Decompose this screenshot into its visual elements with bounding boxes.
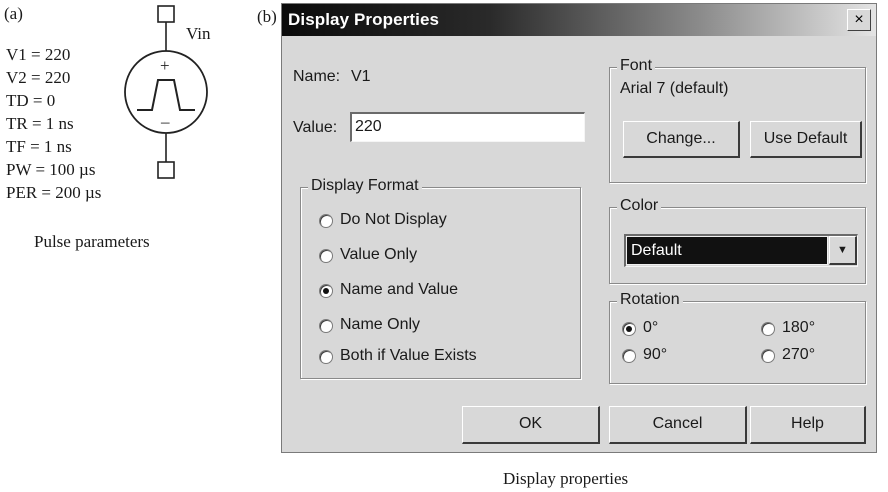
color-select-value-box: Default [626,236,828,265]
param-pw: PW = 100 µs [6,160,96,179]
caption-pulse-parameters: Pulse parameters [34,232,150,251]
font-group: Font Arial 7 (default) Change... Use Def… [609,57,866,183]
param-td: TD = 0 [6,91,56,110]
radio-label: Both if Value Exists [340,347,477,364]
display-format-group: Display Format Do Not Display Value Only… [300,177,581,379]
close-icon: × [854,11,864,28]
value-label: Value: [293,119,338,136]
source-name-label: Vin [186,24,211,43]
plus-sign: + [160,56,170,75]
ok-button[interactable]: OK [462,406,600,444]
help-button[interactable]: Help [750,406,866,444]
radio-label: Name Only [340,316,421,333]
change-font-button[interactable]: Change... [623,121,740,158]
rotation-legend: Rotation [617,291,683,309]
minus-sign: – [160,112,170,131]
bottom-terminal [157,161,175,179]
font-legend: Font [617,57,656,75]
param-tr: TR = 1 ns [6,114,74,133]
chevron-down-icon: ▼ [837,244,848,256]
radio-button-icon [622,349,636,363]
radio-label: 180° [782,319,816,336]
color-select-value: Default [631,242,682,259]
color-dropdown-button[interactable]: ▼ [829,236,857,265]
radio-button-icon [319,249,333,263]
radio-label: Name and Value [340,281,458,298]
display-properties-dialog: Display Properties × Name: V1 Value: 220… [281,3,877,453]
top-terminal [157,5,175,23]
radio-button-icon [761,322,775,336]
panel-a-label: (a) [4,4,23,23]
display-format-legend: Display Format [308,177,422,195]
current-font: Arial 7 (default) [620,80,729,97]
dialog-titlebar[interactable]: Display Properties × [282,4,876,36]
param-per: PER = 200 µs [6,183,102,202]
color-select[interactable]: Default ▼ [624,234,858,267]
radio-label: 270° [782,346,816,363]
use-default-font-button[interactable]: Use Default [750,121,862,158]
radio-label: Value Only [340,246,418,263]
pulse-parameter-list: V1 = 220 V2 = 220 TD = 0 TR = 1 ns TF = … [6,43,101,204]
radio-button-selected-icon [319,284,333,298]
rotation-group: Rotation 0° 180° 90° 270° [609,291,866,384]
radio-label: 0° [643,319,659,336]
name-label: Name: [293,68,341,85]
radio-button-icon [319,350,333,364]
param-v2: V2 = 220 [6,68,71,87]
radio-button-icon [761,349,775,363]
param-v1: V1 = 220 [6,45,71,64]
close-button[interactable]: × [847,9,871,31]
color-group: Color Default ▼ [609,197,866,284]
value-input[interactable]: 220 [350,112,585,142]
name-value: V1 [351,68,371,85]
radio-label: 90° [643,346,668,363]
radio-button-icon [319,319,333,333]
cancel-button[interactable]: Cancel [609,406,747,444]
value-input-text: 220 [355,118,382,135]
param-tf: TF = 1 ns [6,137,72,156]
dialog-title: Display Properties [288,10,440,29]
radio-button-selected-icon [622,322,636,336]
radio-button-icon [319,214,333,228]
color-legend: Color [617,197,662,215]
panel-b-label: (b) [257,7,277,26]
caption-display-properties: Display properties [503,469,629,488]
radio-label: Do Not Display [340,211,447,228]
